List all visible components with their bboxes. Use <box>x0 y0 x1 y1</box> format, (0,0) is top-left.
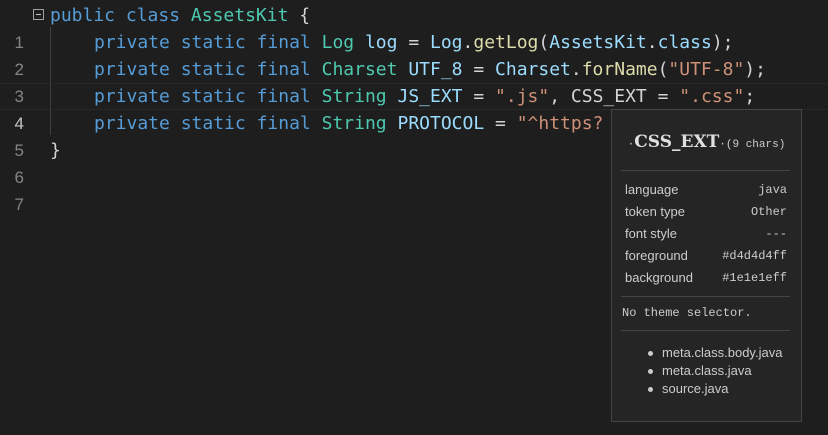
row-key: background <box>625 270 693 285</box>
scope-list: meta.class.body.java meta.class.java sou… <box>648 344 782 398</box>
whitespace-dot: · <box>719 139 726 151</box>
row-value: #d4d4d4ff <box>722 249 787 263</box>
divider <box>621 296 790 297</box>
keyword: final <box>256 59 311 80</box>
hover-row-token-type: token type Other <box>625 201 787 223</box>
type-name: String <box>321 113 387 134</box>
row-key: font style <box>625 226 678 241</box>
hover-row-language: language java <box>625 179 787 201</box>
scope-label: source.java <box>662 381 729 396</box>
type-name: Charset <box>321 59 398 80</box>
punctuation: ); <box>711 32 734 53</box>
punctuation: ( <box>538 32 550 53</box>
divider <box>621 170 790 171</box>
scope-inspector-hover: ·CSS_EXT·(9 chars) language java token t… <box>611 109 802 422</box>
punctuation: } <box>50 140 61 161</box>
code-line-4[interactable]: 4 private static final String JS_EXT = "… <box>0 83 828 133</box>
punctuation: . <box>570 59 582 80</box>
keyword: final <box>256 113 311 134</box>
string-literal: ".css" <box>679 86 745 107</box>
row-value: java <box>758 183 787 197</box>
punctuation: { <box>288 5 311 26</box>
row-value: #1e1e1eff <box>722 271 787 285</box>
scope-label: meta.class.body.java <box>662 345 783 360</box>
row-key: token type <box>625 204 685 219</box>
bullet-icon <box>648 369 653 374</box>
code-text: } <box>50 137 61 164</box>
scope-item: meta.class.java <box>648 362 782 380</box>
code-line-1[interactable]: 1 public class AssetsKit { <box>0 2 828 52</box>
keyword: static <box>180 59 246 80</box>
hover-row-foreground: foreground #d4d4d4ff <box>625 245 787 267</box>
keyword: class <box>125 5 181 26</box>
row-value: Other <box>750 205 787 219</box>
code-text: public class AssetsKit { <box>50 2 310 29</box>
keyword: final <box>256 32 311 53</box>
operator: = <box>484 113 517 134</box>
code-line-2[interactable]: 2 private static final Log log = Log.get… <box>0 29 828 79</box>
punctuation: . <box>462 32 474 53</box>
keyword: private <box>94 32 170 53</box>
class-name: AssetsKit <box>190 5 289 26</box>
variable-name: PROTOCOL <box>397 113 485 134</box>
operator: = <box>397 32 430 53</box>
operator: = <box>462 86 496 107</box>
code-text: private static final Log log = Log.getLo… <box>50 29 734 56</box>
hover-char-count: (9 chars) <box>725 139 786 151</box>
hovered-token[interactable]: CSS_EXT <box>571 86 647 107</box>
bullet-icon <box>648 387 653 392</box>
keyword: static <box>180 32 246 53</box>
punctuation: , <box>549 86 571 107</box>
string-literal: "^https? <box>516 113 604 134</box>
class-reference: Charset <box>495 59 571 80</box>
row-value: --- <box>765 227 787 241</box>
punctuation: ; <box>744 86 756 107</box>
code-text: private static final String PROTOCOL = "… <box>50 110 603 137</box>
method-name: getLog <box>473 32 539 53</box>
variable-name: UTF_8 <box>408 59 463 80</box>
string-literal: "UTF-8" <box>668 59 745 80</box>
theme-selector-note: No theme selector. <box>622 306 752 320</box>
punctuation: ( <box>657 59 669 80</box>
keyword: private <box>94 113 170 134</box>
hover-token-name: CSS_EXT <box>634 132 720 152</box>
keyword: static <box>180 113 246 134</box>
class-literal: class <box>657 32 712 53</box>
class-reference: AssetsKit <box>549 32 647 53</box>
keyword: static <box>180 86 246 107</box>
keyword: public <box>50 5 116 26</box>
line-number-7: 7 <box>14 195 24 214</box>
operator: = <box>462 59 496 80</box>
code-line-3[interactable]: 3 private static final Charset UTF_8 = C… <box>0 56 828 106</box>
fold-toggle-icon[interactable] <box>33 9 44 20</box>
method-name: forName <box>581 59 658 80</box>
code-text: private static final Charset UTF_8 = Cha… <box>50 56 766 83</box>
hover-row-background: background #1e1e1eff <box>625 267 787 289</box>
type-name: String <box>321 86 387 107</box>
row-key: foreground <box>625 248 688 263</box>
variable-name: log <box>364 32 398 53</box>
scope-label: meta.class.java <box>662 363 752 378</box>
variable-name: JS_EXT <box>397 86 463 107</box>
punctuation: . <box>646 32 658 53</box>
hover-row-font-style: font style --- <box>625 223 787 245</box>
scope-item: source.java <box>648 380 782 398</box>
class-reference: Log <box>430 32 463 53</box>
keyword: final <box>256 86 311 107</box>
type-name: Log <box>321 32 355 53</box>
scope-item: meta.class.body.java <box>648 344 782 362</box>
keyword: private <box>94 59 170 80</box>
operator: = <box>646 86 680 107</box>
hover-header: ·CSS_EXT·(9 chars) <box>612 132 801 152</box>
string-literal: ".js" <box>495 86 550 107</box>
bullet-icon <box>648 351 653 356</box>
divider <box>621 330 790 331</box>
punctuation: ); <box>744 59 766 80</box>
code-text: private static final String JS_EXT = ".j… <box>50 83 755 110</box>
row-key: language <box>625 182 679 197</box>
keyword: private <box>94 86 170 107</box>
